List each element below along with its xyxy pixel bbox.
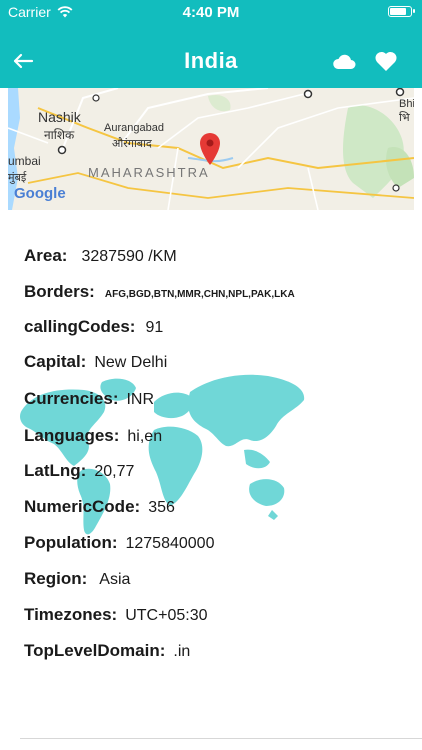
cloud-icon[interactable] [332,54,356,70]
bottom-divider [20,738,422,739]
detail-key: Borders: [24,282,95,301]
map-label-aurangabad-local: औरंगाबाद [112,138,152,150]
map-label-mumbai: umbai [8,154,41,168]
map-label-nashik: Nashik [38,109,81,125]
nav-bar: India [0,24,422,88]
detail-value: New Delhi [94,354,168,371]
detail-key: callingCodes: [24,317,136,336]
detail-region: Region: Asia [24,569,130,589]
detail-value: 1275840000 [125,535,215,552]
map-view[interactable]: Nashik नाशिक Aurangabad औरंगाबाद MAHARAS… [8,88,414,210]
map-label-mumbai-local: मुंबई [8,172,27,184]
status-time: 4:40 PM [182,4,240,21]
detail-value: 3287590 /KM [81,248,177,265]
battery-icon [388,6,415,17]
google-logo: Google [14,185,66,202]
detail-key: Languages: [24,426,120,445]
detail-value: .in [173,643,191,660]
detail-key: LatLng: [24,461,87,480]
map-label-aurangabad: Aurangabad [104,122,164,134]
detail-currencies: Currencies: INR [24,389,154,409]
detail-value: AFG,BGD,BTN,MMR,CHN,NPL,PAK,LKA [104,289,295,300]
detail-key: Population: [24,533,118,552]
detail-value: 91 [145,319,164,336]
detail-top-level-domain: TopLevelDomain: .in [24,641,190,661]
detail-key: Capital: [24,352,87,371]
detail-key: Region: [24,569,88,588]
detail-languages: Languages: hi,en [24,426,162,446]
detail-key: Area: [24,246,68,265]
heart-icon[interactable] [374,50,398,72]
detail-numeric-code: NumericCode: 356 [24,497,175,517]
detail-value: Asia [99,571,131,588]
detail-capital: Capital: New Delhi [24,352,167,372]
detail-calling-codes: callingCodes: 91 [24,317,163,337]
map-label-nashik-local: नाशिक [44,128,75,142]
detail-key: TopLevelDomain: [24,641,166,660]
detail-value: INR [126,391,155,408]
detail-key: Timezones: [24,605,118,624]
detail-key: Currencies: [24,389,119,408]
detail-area: Area: 3287590 /KM [24,246,177,266]
detail-value: hi,en [127,428,163,445]
detail-value: UTC+05:30 [125,607,208,624]
detail-timezones: Timezones: UTC+05:30 [24,605,207,625]
page-title: India [184,48,238,73]
detail-value: 20,77 [94,463,135,480]
map-label-bhi-local: भि [399,112,410,124]
detail-key: NumericCode: [24,497,141,516]
detail-value: 356 [148,499,175,516]
map-label-maharashtra: MAHARASHTRA [88,165,210,180]
map-pin-icon[interactable] [198,132,222,166]
detail-population: Population: 1275840000 [24,533,214,553]
detail-borders: Borders: AFG,BGD,BTN,MMR,CHN,NPL,PAK,LKA [24,282,295,302]
status-bar: Carrier 4:40 PM [0,0,422,24]
detail-latlng: LatLng: 20,77 [24,461,134,481]
map-label-bhi: Bhi [399,98,414,110]
